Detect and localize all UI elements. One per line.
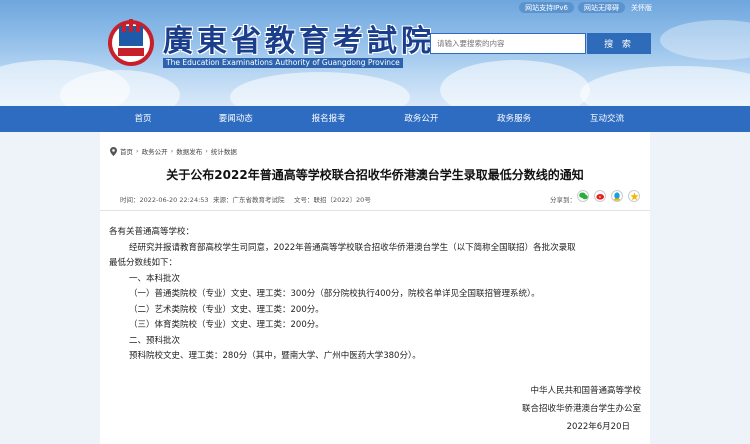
ipv6-link[interactable]: 网站支持IPv6 (519, 2, 574, 13)
breadcrumb: 首页 › 政务公开 › 数据发布 › 统计数据 (110, 146, 237, 156)
search-button[interactable]: 搜 索 (587, 33, 651, 54)
nav-item-interaction[interactable]: 互动交流 (561, 106, 653, 132)
article-source: 来源：广东省教育考试院 (213, 196, 285, 204)
site-subtitle: The Education Examinations Authority of … (163, 58, 403, 68)
signature-date: 2022年6月20日 (566, 422, 630, 432)
nav-item-services[interactable]: 政务服务 (468, 106, 560, 132)
breadcrumb-statistics[interactable]: 统计数据 (211, 146, 237, 156)
wechat-icon[interactable] (577, 190, 589, 202)
search-input[interactable] (430, 33, 586, 54)
header: 网站支持IPv6 网站无障碍 关怀版 廣東省教育考試院 The Educatio… (0, 0, 750, 106)
body-paragraph: 经研究并报请教育部高校学生司同意，2022年普通高等学校联合招收华侨港澳台学生（… (129, 242, 576, 253)
share-label: 分享到： (550, 196, 576, 204)
cloud-decoration (660, 20, 750, 60)
qzone-icon[interactable] (628, 190, 640, 202)
breadcrumb-public-affairs[interactable]: 政务公开 (142, 146, 168, 156)
top-links: 网站支持IPv6 网站无障碍 关怀版 (519, 2, 654, 13)
body-paragraph: 最低分数线如下： (109, 258, 178, 268)
main-nav: 首页 要闻动态 报名报考 政务公开 政务服务 互动交流 (0, 106, 750, 132)
salutation: 各有关普通高等学校： (109, 227, 195, 237)
section-heading: 二、预科批次 (129, 335, 181, 346)
breadcrumb-data-release[interactable]: 数据发布 (176, 146, 202, 156)
accessibility-link[interactable]: 网站无障碍 (578, 2, 625, 13)
signature-line: 联合招收华侨港澳台学生办公室 (521, 404, 641, 414)
weibo-icon[interactable] (594, 190, 606, 202)
breadcrumb-home[interactable]: 首页 (120, 146, 133, 156)
article-meta: 时间：2022-06-20 22:24:53 来源：广东省教育考试院 文号：联招… (100, 189, 650, 207)
article-body: 各有关普通高等学校： 经研究并报请教育部高校学生司同意，2022年普通高等学校联… (109, 225, 649, 365)
site-logo (108, 19, 154, 66)
cloud-decoration (440, 60, 590, 106)
document-number: 文号：联招〔2022〕20号 (294, 196, 371, 204)
article-panel: 首页 › 政务公开 › 数据发布 › 统计数据 关于公布2022年普通高等学校联… (100, 132, 650, 444)
breadcrumb-separator: › (205, 147, 208, 155)
nav-item-public-affairs[interactable]: 政务公开 (375, 106, 467, 132)
qq-icon[interactable] (611, 190, 623, 202)
nav-item-home[interactable]: 首页 (97, 106, 189, 132)
location-icon (110, 146, 117, 156)
meta-divider (100, 210, 650, 211)
nav-item-registration[interactable]: 报名报考 (283, 106, 375, 132)
list-item: （一）普通类院校（专业）文史、理工类：300分（部分院校执行400分，院校名单详… (129, 289, 540, 299)
section-heading: 一、本科批次 (129, 273, 181, 284)
list-item: （三）体育类院校（专业）文史、理工类：200分。 (129, 320, 324, 330)
publish-time: 时间：2022-06-20 22:24:53 (120, 196, 209, 204)
breadcrumb-separator: › (170, 147, 174, 155)
breadcrumb-separator: › (136, 147, 139, 155)
site-title: 廣東省教育考試院 (163, 24, 435, 59)
care-mode-link[interactable]: 关怀版 (629, 2, 654, 13)
cloud-decoration (580, 66, 750, 106)
article-title: 关于公布2022年普通高等学校联合招收华侨港澳台学生录取最低分数线的通知 (166, 168, 584, 182)
list-item: （二）艺术类院校（专业）文史、理工类：200分。 (129, 304, 324, 315)
cloud-decoration (230, 72, 410, 106)
signature-line: 中华人民共和国普通高等学校 (530, 386, 641, 396)
list-item: 预科院校文史、理工类：280分（其中，暨南大学、广州中医药大学380分）。 (129, 351, 421, 361)
nav-item-news[interactable]: 要闻动态 (190, 106, 282, 132)
